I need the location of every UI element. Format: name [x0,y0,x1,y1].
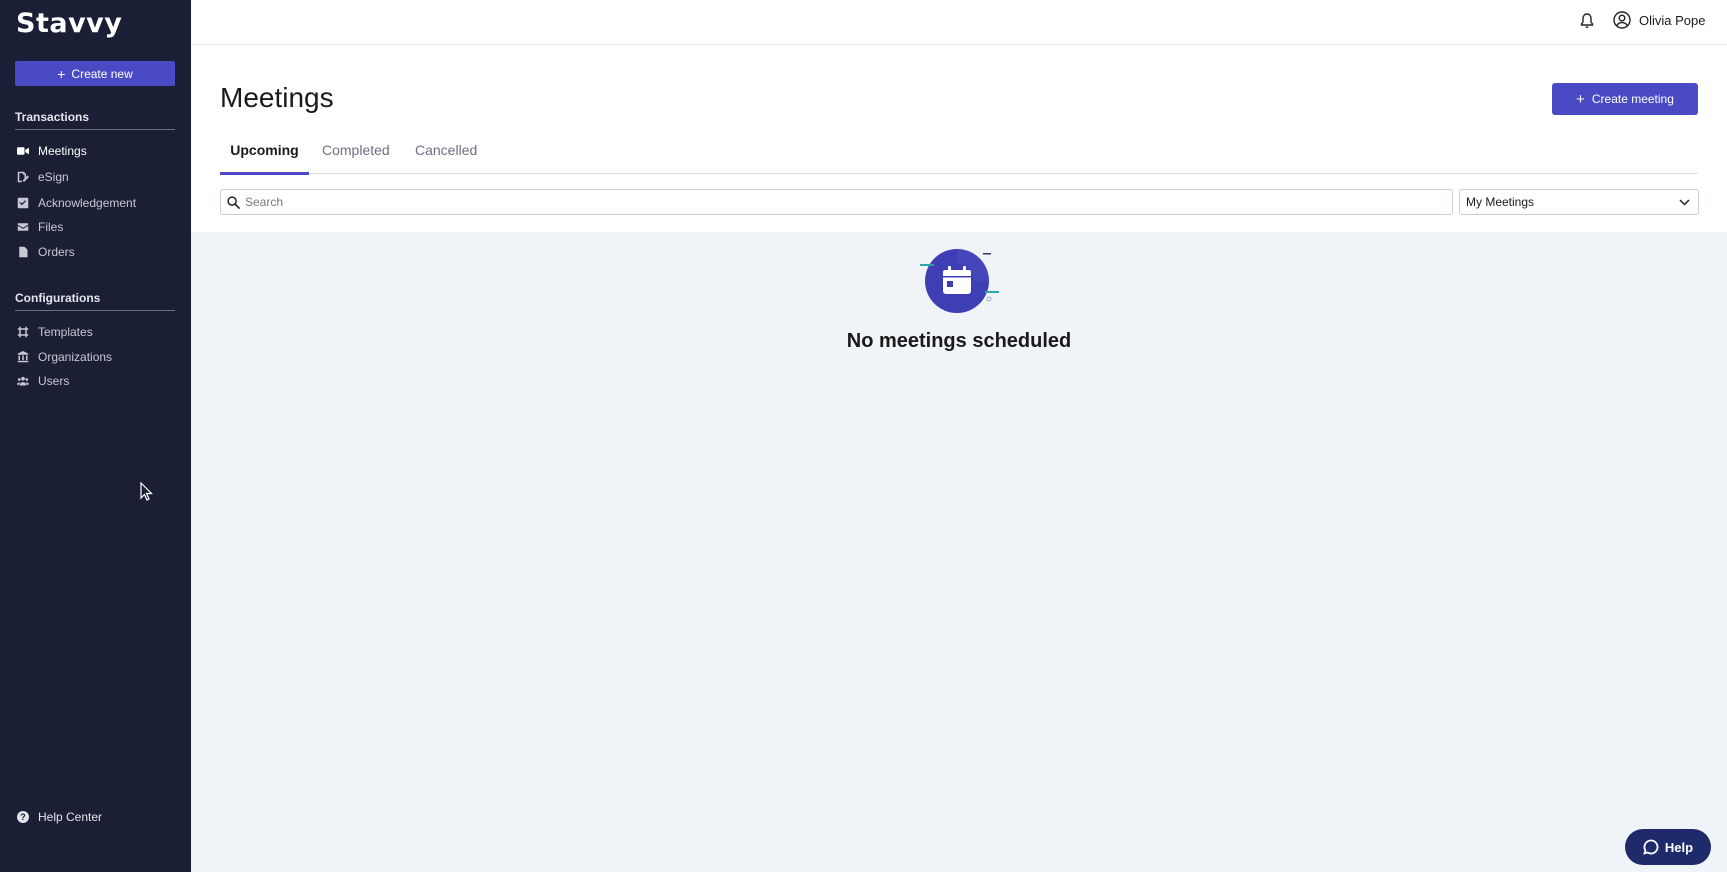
create-new-label: Create new [71,66,133,81]
bank-icon [17,351,29,363]
sidebar-item-label: Orders [38,245,75,259]
search-icon [227,195,240,209]
tab-upcoming[interactable]: Upcoming [220,142,309,175]
filter-selected-value: My Meetings [1466,195,1535,209]
sidebar-item-files[interactable]: Files [17,218,63,236]
empty-state-message: No meetings scheduled [846,330,1072,352]
top-bar: Olivia Pope [191,0,1727,45]
help-button[interactable]: Help [1625,829,1711,865]
envelope-icon [17,221,29,233]
bell-icon[interactable] [1580,13,1594,29]
sidebar: Stavvy + Create new Transactions Meeting… [0,0,191,872]
user-avatar-icon [1613,11,1631,29]
mouse-cursor-icon [140,482,153,501]
sidebar-item-label: eSign [38,170,69,184]
plus-icon: + [1576,90,1585,108]
create-new-button[interactable]: + Create new [15,61,175,86]
sidebar-item-label: Templates [38,325,93,339]
sidebar-item-label: Users [38,374,70,388]
sidebar-item-meetings[interactable]: Meetings [17,142,87,160]
sidebar-item-templates[interactable]: Templates [17,323,93,341]
empty-state: No meetings scheduled [191,232,1727,872]
user-menu[interactable]: Olivia Pope [1613,11,1705,29]
document-icon [17,246,29,258]
user-name: Olivia Pope [1639,12,1706,28]
help-button-label: Help [1664,839,1694,855]
search-box [220,189,1453,215]
signature-icon [17,171,29,183]
tab-completed[interactable]: Completed [322,142,390,174]
question-icon: ? [17,811,29,823]
meetings-filter-select[interactable]: My Meetings [1459,189,1699,215]
transactions-section-title: Transactions [15,110,175,130]
sidebar-item-users[interactable]: Users [17,372,69,390]
create-meeting-label: Create meeting [1591,92,1674,106]
calendar-icon [920,249,999,313]
plus-icon: + [57,65,66,82]
sidebar-item-orders[interactable]: Orders [17,243,75,261]
sidebar-item-esign[interactable]: eSign [17,168,69,186]
chat-bubble-icon [1643,839,1659,855]
checkbox-icon [17,197,29,209]
search-input[interactable] [245,195,1425,209]
stavvy-logo[interactable]: Stavvy [16,8,122,39]
video-icon [17,145,29,157]
help-center-link[interactable]: ? Help Center [17,810,102,824]
sidebar-item-acknowledgement[interactable]: Acknowledgement [17,194,136,212]
tab-cancelled[interactable]: Cancelled [415,142,477,174]
tab-bar: Upcoming Completed Cancelled [220,142,1698,175]
sidebar-item-label: Files [38,220,64,234]
page-title: Meetings [220,82,334,113]
template-icon [17,326,29,338]
help-center-label: Help Center [38,810,103,824]
configurations-section-title: Configurations [15,291,175,311]
create-meeting-button[interactable]: + Create meeting [1552,83,1698,115]
chevron-down-icon [1679,198,1690,206]
sidebar-item-label: Meetings [38,144,87,158]
sidebar-item-label: Acknowledgement [38,196,137,210]
sidebar-item-label: Organizations [38,350,113,364]
sidebar-item-organizations[interactable]: Organizations [17,348,112,366]
users-icon [17,375,29,387]
page-header: Meetings + Create meeting Upcoming Compl… [191,45,1727,232]
